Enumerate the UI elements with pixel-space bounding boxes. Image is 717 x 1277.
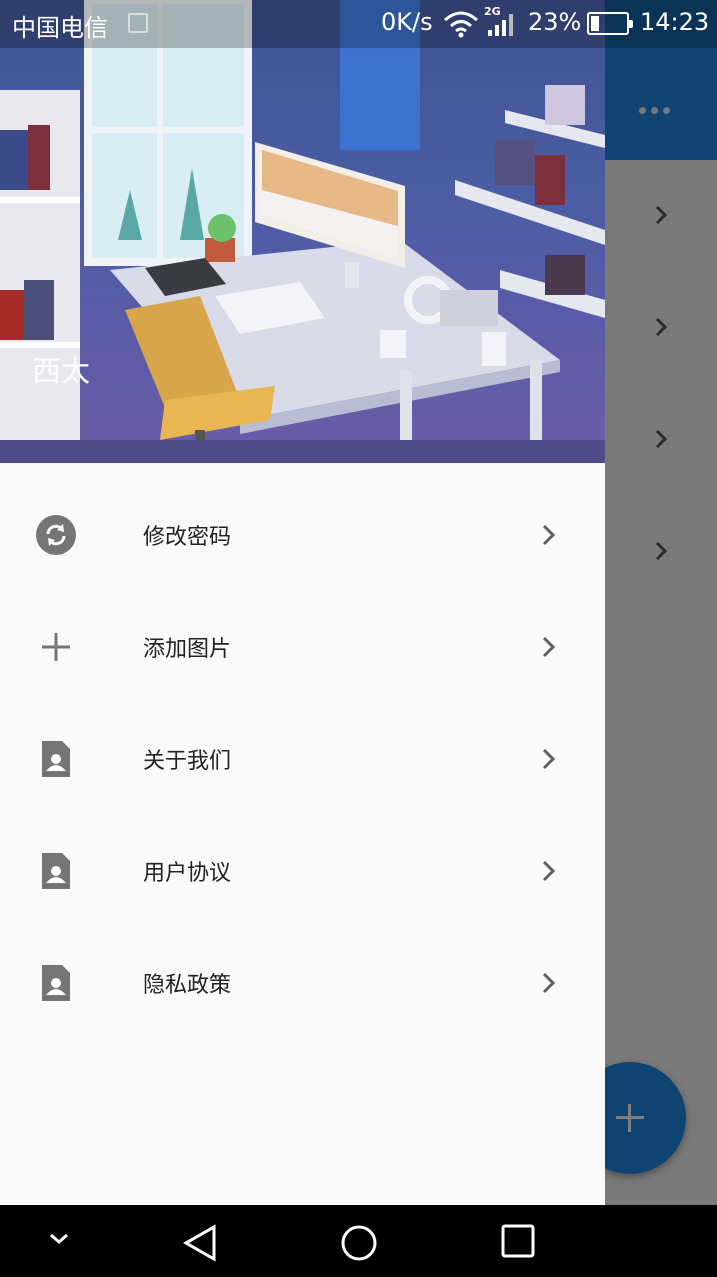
battery-icon (587, 12, 633, 35)
back-icon[interactable] (180, 1223, 220, 1263)
battery-percent: 23% (528, 8, 582, 36)
contact-document-icon (42, 853, 70, 889)
carrier-name: 中国电信 (12, 14, 108, 42)
navigation-drawer: 西太 修改密码 添加图片 关于我们 用户协议 隐私政策 (0, 0, 605, 1205)
home-icon[interactable] (339, 1223, 379, 1263)
menu-item-user-agreement[interactable]: 用户协议 (0, 815, 605, 927)
header-illustration (0, 0, 605, 463)
recents-icon[interactable] (500, 1223, 536, 1259)
contact-document-icon (42, 965, 70, 1001)
menu-item-privacy-policy[interactable]: 隐私政策 (0, 927, 605, 1039)
drawer-header: 西太 (0, 0, 605, 463)
chevron-right-icon (542, 748, 556, 770)
chevron-right-icon (542, 636, 556, 658)
menu-item-label: 添加图片 (143, 637, 232, 662)
chevron-right-icon (542, 972, 556, 994)
plus-icon (42, 633, 70, 661)
chevron-right-icon (542, 860, 556, 882)
status-bar: 中国电信 0K/s 2G 23% 14:23 (0, 0, 717, 48)
wifi-icon (444, 11, 478, 38)
sync-icon (36, 515, 76, 555)
menu-item-label: 用户协议 (143, 861, 232, 886)
signal-icon (488, 14, 513, 36)
image-notification-icon (128, 13, 148, 33)
menu-item-label: 隐私政策 (143, 973, 232, 998)
menu-item-about-us[interactable]: 关于我们 (0, 703, 605, 815)
username: 西太 (32, 354, 91, 388)
navigation-bar (0, 1205, 717, 1277)
menu-item-add-image[interactable]: 添加图片 (0, 591, 605, 703)
screen: 西太 修改密码 添加图片 关于我们 用户协议 隐私政策 中国电信 0K/s 2G… (0, 0, 717, 1277)
hide-keyboard-icon[interactable] (48, 1231, 70, 1247)
contact-document-icon (42, 741, 70, 777)
clock: 14:23 (640, 8, 710, 36)
network-speed: 0K/s (381, 8, 433, 36)
chevron-right-icon (542, 524, 556, 546)
menu-item-change-password[interactable]: 修改密码 (0, 479, 605, 591)
menu-item-label: 修改密码 (143, 525, 232, 550)
menu-item-label: 关于我们 (143, 749, 232, 774)
